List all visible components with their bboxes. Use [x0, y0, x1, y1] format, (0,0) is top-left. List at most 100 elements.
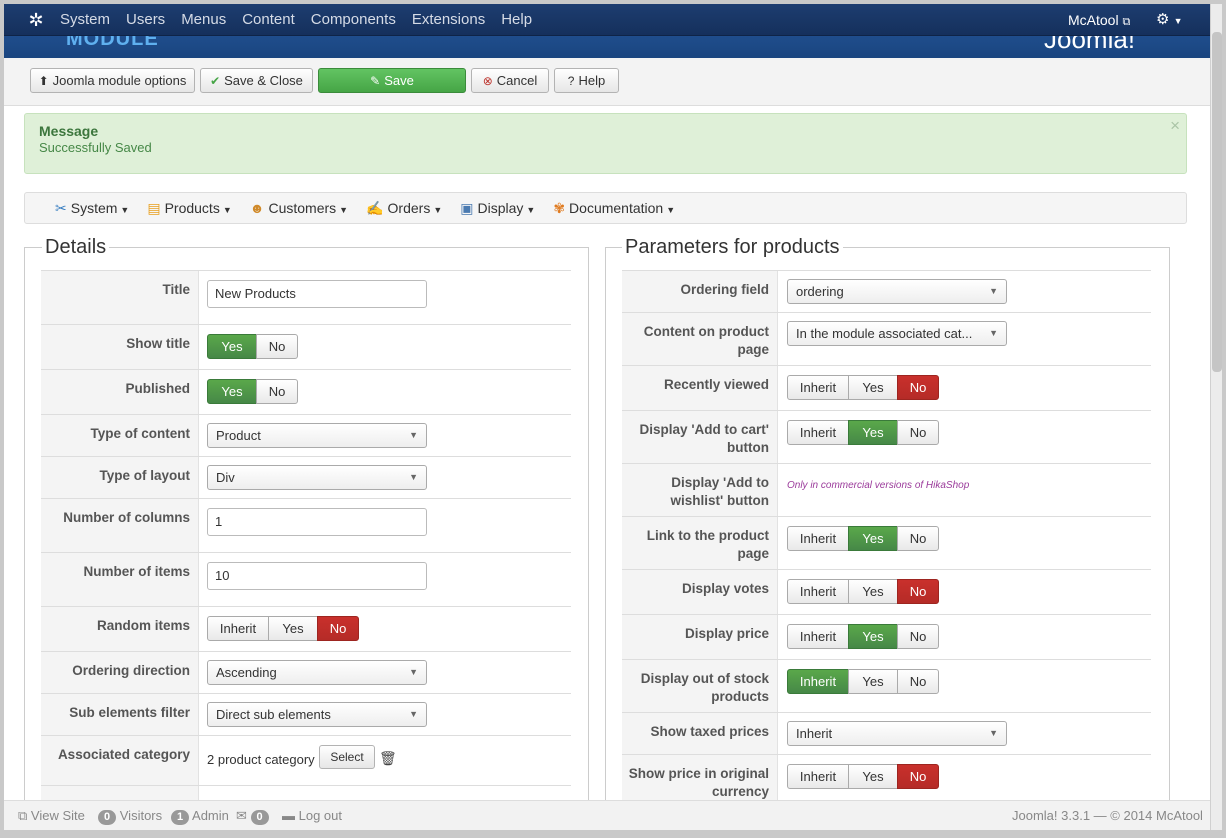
menu-components[interactable]: Components: [303, 4, 404, 36]
recently-no[interactable]: No: [897, 375, 939, 400]
module-options-label: Joomla module options: [52, 73, 187, 88]
hika-menu-documentation[interactable]: ✾ Documentation ▼: [553, 193, 675, 223]
menu-users[interactable]: Users: [118, 4, 173, 36]
link-no[interactable]: No: [897, 526, 939, 551]
view-site-link[interactable]: ⧉ View Site: [18, 801, 85, 830]
stock-no[interactable]: No: [897, 669, 939, 694]
show-title-no[interactable]: No: [256, 334, 298, 359]
hika-menu-customers[interactable]: ☻ Customers ▼: [250, 193, 348, 223]
cancel-button[interactable]: ⊗ Cancel: [471, 68, 549, 93]
add-cart-yes[interactable]: Yes: [848, 420, 898, 445]
cancel-icon: ⊗: [482, 74, 493, 88]
price-yes[interactable]: Yes: [848, 624, 898, 649]
row-published: Published Yes No: [41, 369, 571, 414]
save-button[interactable]: ✎ Save: [318, 68, 466, 93]
admin-status: 1 Admin: [171, 801, 229, 830]
admin-top-navbar: ✲ System Users Menus Content Components …: [4, 4, 1210, 36]
toolbar: ⬆ Joomla module options ✔ Save & Close ✎ Sa…: [4, 58, 1210, 106]
title-input[interactable]: New Products: [207, 280, 427, 308]
save-close-label: Save & Close: [224, 73, 303, 88]
ordering-field-label: Ordering field: [622, 271, 778, 312]
hika-menu-system[interactable]: ✂ System ▼: [55, 193, 129, 223]
votes-no[interactable]: No: [897, 579, 939, 604]
out-of-stock-label: Display out of stock products: [622, 660, 778, 712]
add-cart-no[interactable]: No: [897, 420, 939, 445]
show-title-yes[interactable]: Yes: [207, 334, 257, 359]
votes-inherit[interactable]: Inherit: [787, 579, 849, 604]
admin-count: 1: [171, 810, 190, 825]
external-link-icon: ⧉: [1122, 16, 1131, 28]
sub-filter-select[interactable]: Direct sub elements ▼: [207, 702, 427, 727]
admin-label: Admin: [192, 808, 229, 823]
menu-extensions[interactable]: Extensions: [404, 4, 493, 36]
price-label: Display price: [622, 615, 778, 659]
original-yes[interactable]: Yes: [848, 764, 898, 789]
out-of-stock-toggle: Inherit Yes No: [787, 669, 939, 694]
content-page-value: In the module associated cat...: [796, 326, 973, 341]
joomla-logo-icon[interactable]: ✲: [26, 10, 46, 30]
ordering-direction-select[interactable]: Ascending ▼: [207, 660, 427, 685]
module-options-button[interactable]: ⬆ Joomla module options: [30, 68, 195, 93]
random-yes[interactable]: Yes: [268, 616, 318, 641]
recently-yes[interactable]: Yes: [848, 375, 898, 400]
caret-down-icon: ▼: [222, 205, 232, 215]
scrollbar-thumb[interactable]: [1212, 32, 1222, 372]
published-yes[interactable]: Yes: [207, 379, 257, 404]
votes-yes[interactable]: Yes: [848, 579, 898, 604]
link-inherit[interactable]: Inherit: [787, 526, 849, 551]
params-legend: Parameters for products: [622, 236, 843, 259]
box-icon: ▤: [147, 200, 161, 216]
user-name: McAtool: [1068, 12, 1119, 28]
price-no[interactable]: No: [897, 624, 939, 649]
type-layout-value: Div: [216, 470, 235, 485]
save-close-button[interactable]: ✔ Save & Close: [200, 68, 313, 93]
menu-content[interactable]: Content: [234, 4, 303, 36]
random-label: Random items: [41, 607, 199, 651]
row-original-currency: Show price in original currency Inherit …: [622, 754, 1151, 805]
question-icon: ?: [567, 74, 575, 88]
stock-inherit[interactable]: Inherit: [787, 669, 849, 694]
published-no[interactable]: No: [256, 379, 298, 404]
ordering-field-select[interactable]: ordering ▼: [787, 279, 1007, 304]
hika-menu-display[interactable]: ▣ Display ▼: [460, 193, 535, 223]
help-button[interactable]: ? Help: [554, 68, 619, 93]
columns-input[interactable]: 1: [207, 508, 427, 536]
vertical-scrollbar[interactable]: [1210, 4, 1222, 830]
message-heading: Message: [39, 123, 99, 139]
settings-gear-icon[interactable]: ⚙ ▼: [1156, 4, 1183, 37]
hika-menu-orders[interactable]: ✍ Orders ▼: [366, 193, 442, 223]
select-category-button[interactable]: Select: [319, 745, 375, 769]
sub-filter-label: Sub elements filter: [41, 694, 199, 735]
menu-menus[interactable]: Menus: [173, 4, 234, 36]
trash-icon[interactable]: 🗑: [379, 750, 397, 767]
hika-menu-products[interactable]: ▤ Products ▼: [147, 193, 231, 223]
row-taxed-prices: Show taxed prices Inherit ▼: [622, 712, 1151, 754]
original-inherit[interactable]: Inherit: [787, 764, 849, 789]
menu-system[interactable]: System: [52, 4, 118, 36]
type-content-select[interactable]: Product ▼: [207, 423, 427, 448]
type-content-value: Product: [216, 428, 261, 443]
user-link[interactable]: McAtool ⧉: [1068, 4, 1130, 38]
random-no[interactable]: No: [317, 616, 359, 641]
stock-yes[interactable]: Yes: [848, 669, 898, 694]
original-no[interactable]: No: [897, 764, 939, 789]
content-page-select[interactable]: In the module associated cat... ▼: [787, 321, 1007, 346]
external-link-icon: ⧉: [18, 808, 28, 823]
random-inherit[interactable]: Inherit: [207, 616, 269, 641]
items-input[interactable]: 10: [207, 562, 427, 590]
recently-inherit[interactable]: Inherit: [787, 375, 849, 400]
taxed-prices-select[interactable]: Inherit ▼: [787, 721, 1007, 746]
link-yes[interactable]: Yes: [848, 526, 898, 551]
mail-status[interactable]: ✉ 0: [236, 801, 269, 830]
price-inherit[interactable]: Inherit: [787, 624, 849, 649]
edit-icon: ✎: [370, 74, 381, 88]
dropdown-arrow-icon: ▼: [409, 667, 418, 677]
row-type-layout: Type of layout Div ▼: [41, 456, 571, 498]
recently-viewed-label: Recently viewed: [622, 366, 778, 410]
type-layout-label: Type of layout: [41, 457, 199, 498]
type-layout-select[interactable]: Div ▼: [207, 465, 427, 490]
logout-link[interactable]: ▬ Log out: [282, 801, 342, 830]
add-cart-inherit[interactable]: Inherit: [787, 420, 849, 445]
menu-help[interactable]: Help: [493, 4, 540, 36]
close-icon[interactable]: ×: [1170, 116, 1180, 136]
